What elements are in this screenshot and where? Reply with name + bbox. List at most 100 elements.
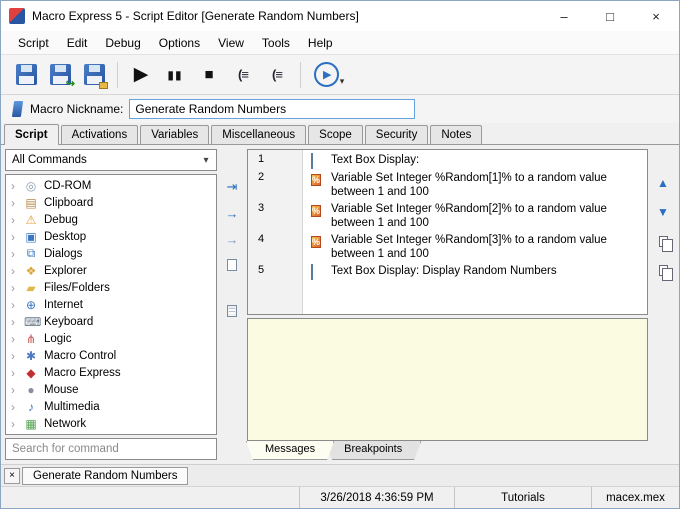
insert-toolbar: ⇥ → → (220, 149, 244, 460)
stop-button[interactable]: ■ (192, 59, 226, 91)
variable-set-integer-icon (311, 236, 321, 248)
tree-item-label: Desktop (44, 231, 86, 243)
script-line-text: Variable Set Integer %Random[2]% to a ra… (331, 201, 647, 230)
run-dropdown-icon[interactable]: ▾ (340, 76, 345, 87)
run-from-here-button[interactable]: (≡ (260, 59, 294, 91)
tree-item-label: Multimedia (44, 401, 100, 413)
save-button[interactable] (9, 59, 43, 91)
menu-item-tools[interactable]: Tools (253, 33, 299, 53)
tree-item-multimedia[interactable]: ›♪Multimedia (6, 398, 216, 415)
pause-button[interactable]: ▮▮ (158, 59, 192, 91)
tree-item-logic[interactable]: ›⋔Logic (6, 330, 216, 347)
chevron-right-icon: › (11, 264, 18, 278)
script-line[interactable]: 2 Variable Set Integer %Random[1]% to a … (248, 170, 647, 199)
tree-item-internet[interactable]: ›⊕Internet (6, 296, 216, 313)
tab-messages[interactable]: Messages (246, 441, 334, 460)
folder-icon: ▰ (24, 281, 38, 295)
tree-item-mouse[interactable]: ›●Mouse (6, 381, 216, 398)
commands-filter-dropdown[interactable]: All Commands ▾ (5, 149, 217, 171)
tab-security[interactable]: Security (365, 125, 429, 144)
script-line-list[interactable]: 1 Text Box Display: 2 Variable Set Integ… (247, 149, 648, 315)
menu-item-script[interactable]: Script (9, 33, 58, 53)
open-macros-tabstrip: × Generate Random Numbers (1, 464, 679, 486)
tab-script[interactable]: Script (4, 124, 59, 145)
minimize-button[interactable]: – (541, 1, 587, 31)
tree-item-registry[interactable]: ›▥Registry (6, 432, 216, 435)
test-run-button[interactable]: ▶ ▾ (307, 59, 351, 91)
messages-tabstrip: Messages Breakpoints (247, 441, 648, 460)
copy-button[interactable] (652, 231, 674, 251)
command-search-input[interactable] (6, 439, 216, 459)
script-line-number: 2 (248, 170, 302, 199)
close-tab-icon: × (9, 470, 15, 481)
tree-item-debug[interactable]: ›⚠Debug (6, 211, 216, 228)
save-icon (16, 64, 37, 85)
nickname-label: Macro Nickname: (30, 102, 123, 116)
menu-bar: Script Edit Debug Options View Tools Hel… (1, 31, 679, 55)
new-blank-line-button[interactable] (221, 255, 243, 275)
tree-item-keyboard[interactable]: ›⌨Keyboard (6, 313, 216, 330)
chevron-right-icon: › (11, 400, 18, 414)
add-after-button[interactable]: → (221, 203, 243, 223)
menu-item-view[interactable]: View (209, 33, 253, 53)
tab-miscellaneous[interactable]: Miscellaneous (211, 125, 306, 144)
tree-item-macro-control[interactable]: ›✱Macro Control (6, 347, 216, 364)
chevron-right-icon: › (11, 383, 18, 397)
script-line[interactable]: 5 Text Box Display: Display Random Numbe… (248, 263, 647, 279)
script-line[interactable]: 1 Text Box Display: (248, 152, 647, 168)
move-down-button[interactable]: ▼ (652, 202, 674, 222)
debug-warning-icon: ⚠ (24, 213, 38, 227)
copy-icon (659, 236, 668, 247)
paste-button[interactable] (652, 260, 674, 280)
arrow-right-icon: → (226, 206, 239, 221)
close-macro-tab-button[interactable]: × (4, 468, 20, 484)
menu-item-edit[interactable]: Edit (58, 33, 97, 53)
insert-command-button[interactable]: ⇥ (221, 177, 243, 197)
tree-item-label: Macro Express (44, 367, 121, 379)
tab-notes[interactable]: Notes (430, 125, 482, 144)
tab-scope[interactable]: Scope (308, 125, 363, 144)
tree-item-explorer[interactable]: ›❖Explorer (6, 262, 216, 279)
menu-item-debug[interactable]: Debug (96, 33, 149, 53)
status-filename: macex.mex (591, 487, 679, 508)
macro-tab-generate-random-numbers[interactable]: Generate Random Numbers (22, 467, 188, 485)
menu-item-help[interactable]: Help (299, 33, 342, 53)
clipboard-icon: ▤ (24, 196, 38, 210)
tree-item-cdrom[interactable]: ›◎CD-ROM (6, 177, 216, 194)
desktop-monitor-icon: ▣ (24, 230, 38, 244)
save-close-button[interactable]: ↪ (43, 59, 77, 91)
tree-item-label: Network (44, 418, 86, 430)
save-as-button[interactable] (77, 59, 111, 91)
tree-item-files-folders[interactable]: ›▰Files/Folders (6, 279, 216, 296)
tab-variables[interactable]: Variables (140, 125, 209, 144)
script-line[interactable]: 3 Variable Set Integer %Random[2]% to a … (248, 201, 647, 230)
chevron-right-icon: › (11, 196, 18, 210)
app-icon (9, 8, 25, 24)
registry-icon: ▥ (24, 434, 38, 436)
nickname-input[interactable] (129, 99, 415, 119)
tab-breakpoints[interactable]: Breakpoints (325, 441, 421, 460)
tree-item-clipboard[interactable]: ›▤Clipboard (6, 194, 216, 211)
view-source-button[interactable] (221, 301, 243, 321)
tree-item-dialogs[interactable]: ›⧉Dialogs (6, 245, 216, 262)
main-area: All Commands ▾ ›◎CD-ROM ›▤Clipboard ›⚠De… (1, 145, 679, 464)
toolbar-separator (300, 62, 301, 88)
menu-item-options[interactable]: Options (150, 33, 209, 53)
add-before-button[interactable]: → (221, 229, 243, 249)
close-button[interactable]: × (633, 1, 679, 31)
insert-arrow-icon: ⇥ (227, 179, 238, 195)
script-line-text: Text Box Display: (331, 152, 647, 168)
step-through-button[interactable]: (≡ (226, 59, 260, 91)
tree-item-desktop[interactable]: ›▣Desktop (6, 228, 216, 245)
script-line[interactable]: 4 Variable Set Integer %Random[3]% to a … (248, 232, 647, 261)
commands-filter-value: All Commands (12, 154, 87, 166)
folder-overlay-icon (99, 82, 108, 89)
tab-activations[interactable]: Activations (61, 125, 139, 144)
maximize-button[interactable]: □ (587, 1, 633, 31)
run-macro-button[interactable]: ▶ (124, 59, 158, 91)
move-up-button[interactable]: ▲ (652, 173, 674, 193)
cdrom-icon: ◎ (24, 179, 38, 193)
tree-item-network[interactable]: ›▦Network (6, 415, 216, 432)
tree-item-macro-express[interactable]: ›◆Macro Express (6, 364, 216, 381)
chevron-right-icon: › (11, 349, 18, 363)
